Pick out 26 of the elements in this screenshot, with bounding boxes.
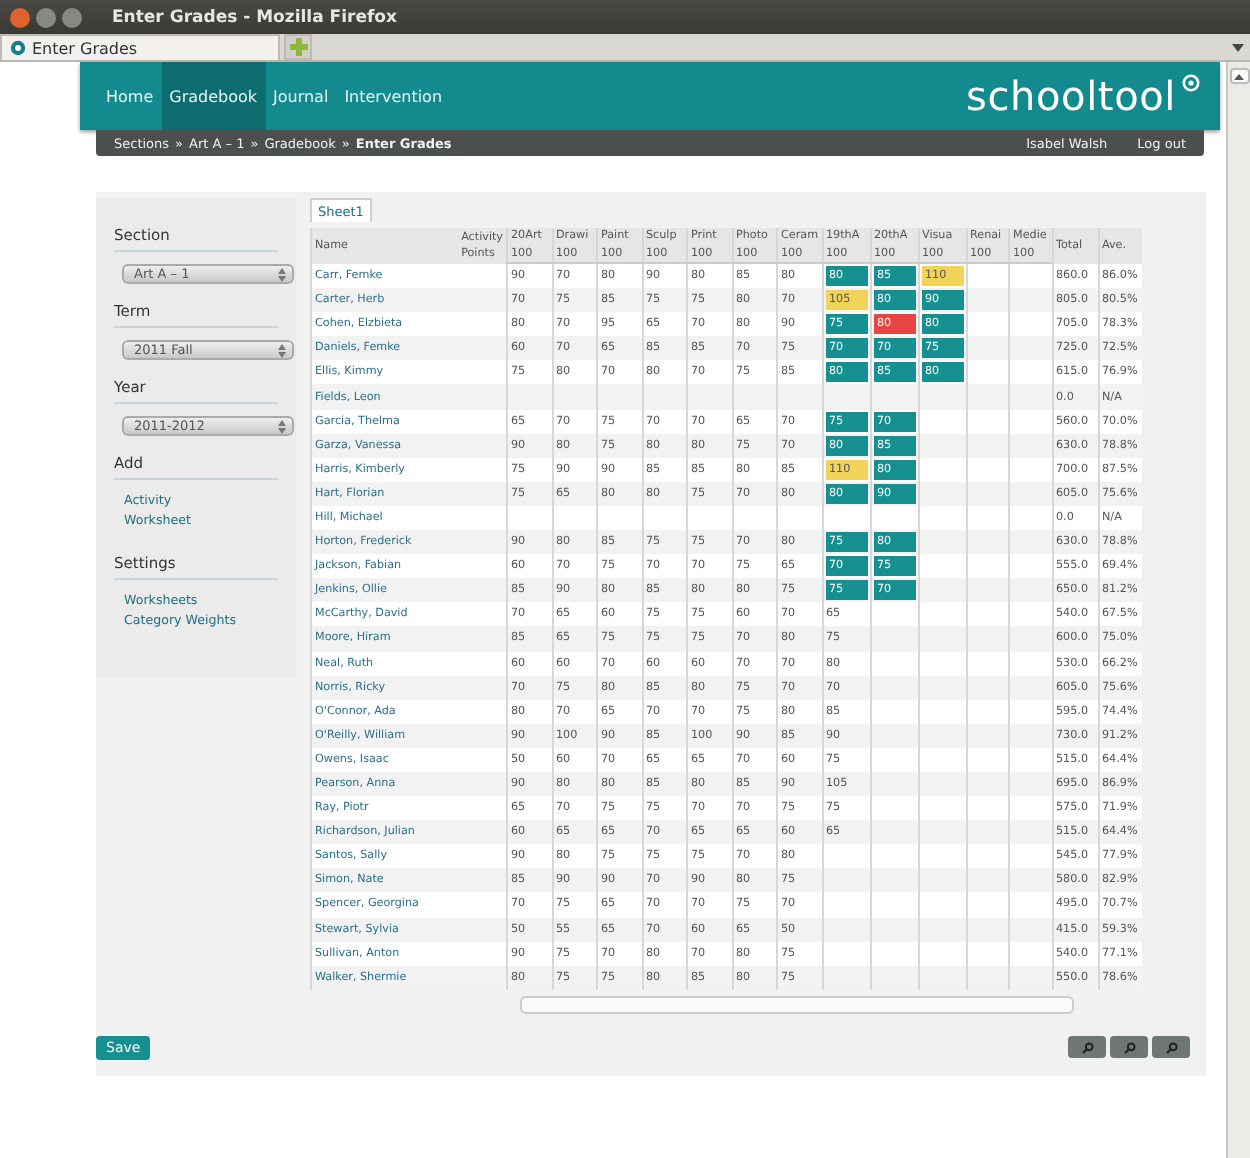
maximize-button[interactable] — [62, 7, 82, 27]
nav-item[interactable]: Intervention — [336, 62, 451, 130]
up-arrow-icon — [1234, 73, 1244, 79]
site-icon — [10, 40, 26, 56]
spinner-arrows-icon — [278, 343, 286, 357]
magnifier-icon — [1081, 1041, 1093, 1054]
spinner-arrows-icon — [278, 419, 286, 433]
spinner-arrows-icon — [278, 267, 286, 281]
zoom-button[interactable] — [1152, 1036, 1190, 1059]
window-title: Enter Grades - Mozilla Firefox — [112, 7, 397, 27]
close-button[interactable] — [10, 7, 30, 27]
plus-icon — [289, 38, 307, 56]
minimize-button[interactable] — [36, 7, 56, 27]
magnifier-icon — [1165, 1041, 1177, 1054]
logo-icon — [1182, 74, 1200, 92]
browser-tab[interactable]: Enter Grades — [0, 34, 280, 60]
nav-item[interactable]: Home — [98, 62, 162, 130]
zoom-button[interactable] — [1068, 1036, 1106, 1059]
nav-item[interactable]: Journal — [265, 62, 337, 130]
nav-item[interactable]: Gradebook — [161, 62, 266, 130]
horizontal-scrollbar[interactable] — [520, 995, 1074, 1014]
app-logo: schooltool — [966, 72, 1176, 120]
caret-icon — [1232, 43, 1244, 51]
magnifier-icon — [1123, 1041, 1135, 1054]
scrollbar[interactable] — [1226, 62, 1250, 1158]
zoom-button[interactable] — [1110, 1036, 1148, 1059]
